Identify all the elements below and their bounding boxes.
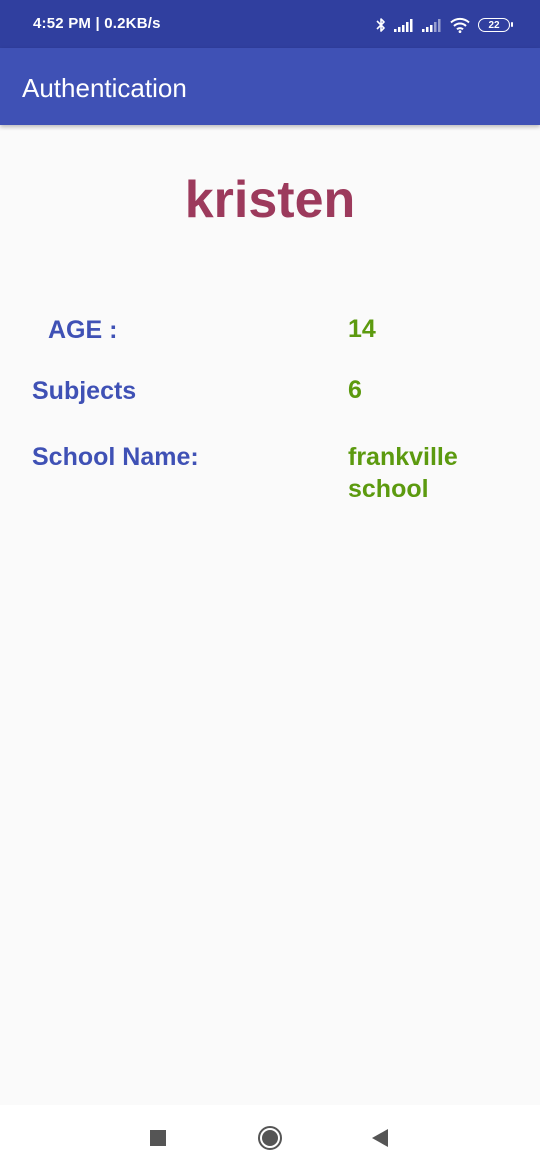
profile-name: kristen	[184, 171, 356, 229]
back-button[interactable]	[365, 1123, 395, 1153]
battery-icon: 22	[478, 18, 513, 32]
back-triangle-icon	[372, 1129, 388, 1147]
status-time-speed: 4:52 PM | 0.2KB/s	[33, 15, 161, 32]
status-bar: 4:52 PM | 0.2KB/s 22	[0, 0, 540, 48]
bluetooth-icon	[376, 17, 386, 33]
subjects-label: Subjects	[32, 377, 137, 405]
age-label: AGE :	[48, 316, 118, 344]
subjects-value: 6	[348, 376, 362, 404]
square-icon	[150, 1130, 166, 1146]
app-title: Authentication	[22, 73, 187, 103]
school-name-label: School Name:	[32, 443, 199, 471]
recent-apps-button[interactable]	[143, 1123, 173, 1153]
signal-icon	[394, 18, 414, 32]
signal-icon	[422, 18, 442, 32]
circle-icon	[258, 1126, 282, 1150]
status-icons: 22	[376, 14, 513, 36]
wifi-icon	[450, 17, 470, 33]
age-value: 14	[348, 315, 376, 343]
school-name-value: frankville school	[348, 443, 458, 503]
app-bar: Authentication	[0, 48, 540, 125]
navigation-bar	[0, 1105, 540, 1170]
home-button[interactable]	[255, 1123, 285, 1153]
